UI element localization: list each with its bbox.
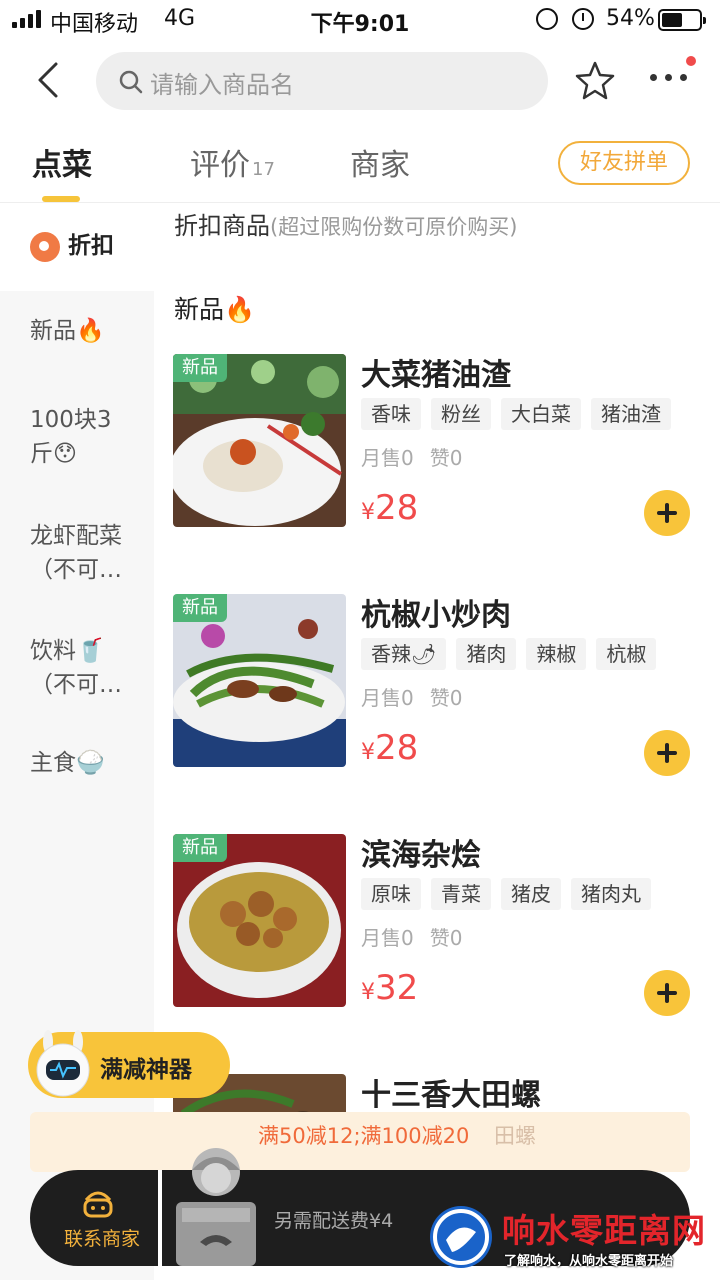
price-value: 32 [375,968,419,1008]
battery-icon [658,9,706,31]
product-tag: 香味 [361,398,421,430]
favorite-star-icon[interactable] [574,60,616,102]
promo-text: 满50减12;满100减20 [258,1124,470,1148]
discount-tag-icon [30,232,60,262]
product-price: ¥32 [361,968,418,1008]
product-stats: 月售0 赞0 [361,442,478,471]
reviews-count: 17 [252,159,275,180]
notice-title: 折扣商品 [174,212,270,240]
divider [158,1170,162,1266]
product-tag: 杭椒 [596,638,657,670]
robot-mascot-icon [36,1030,90,1097]
new-badge: 新品 [173,834,227,862]
tab-merchant[interactable]: 商家 [350,140,410,184]
product-tag: 香辣🌶 [361,638,447,670]
product-tag: 辣椒 [526,638,587,670]
delivery-fee: 另需配送费¥4 [274,1210,394,1232]
promo-faded-text: 田螺 [494,1124,536,1148]
likes: 赞0 [429,446,463,470]
monthly-sales: 月售0 [361,446,414,470]
product-stats: 月售0 赞0 [361,682,478,711]
monthly-sales: 月售0 [361,926,414,950]
section-title: 新品🔥 [174,295,256,324]
product-tag: 粉丝 [431,398,491,430]
battery-percent: 54% [606,6,655,31]
product-name[interactable]: 杭椒小炒肉 [361,590,511,634]
watermark-title: 响水零距离网 [502,1211,706,1250]
product-price: ¥28 [361,728,418,768]
currency-symbol: ¥ [361,980,375,1005]
sidebar-item-lobster-sides[interactable]: 龙虾配菜（不可… [30,519,130,587]
watermark-logo-icon [430,1206,492,1268]
product-tag: 猪肉 [456,638,517,670]
product-stats: 月售0 赞0 [361,922,478,951]
product-tags: 香味 粉丝 大白菜 猪油渣 [361,398,671,430]
product-price: ¥28 [361,488,418,528]
discount-helper-label: 满减神器 [100,1057,192,1083]
search-icon [119,70,143,94]
rotation-lock-icon [536,8,558,30]
sidebar-item-new[interactable]: 新品🔥 [30,314,140,348]
contact-merchant-icon[interactable] [80,1186,116,1222]
tab-reviews-label: 评价 [190,148,250,183]
likes: 赞0 [429,926,463,950]
notice-sub: (超过限购份数可原价购买) [270,215,518,239]
alarm-icon [572,8,594,30]
sidebar-item-drinks[interactable]: 饮料🥤（不可… [30,634,130,702]
product-tag: 原味 [361,878,421,910]
monthly-sales: 月售0 [361,686,414,710]
tab-reviews[interactable]: 评价 17 [190,140,275,184]
product-tag: 猪油渣 [591,398,671,430]
courier-cart-icon [176,1148,256,1266]
sidebar-item-100-3jin[interactable]: 100块3斤😯 [30,403,120,471]
product-tag: 猪肉丸 [571,878,651,910]
tab-order-label: 点菜 [32,148,92,183]
search-placeholder: 请输入商品名 [150,71,294,99]
status-bar: 中国移动 4G 下午9:01 54% [0,0,720,40]
tab-merchant-label: 商家 [350,148,410,183]
new-badge: 新品 [173,354,227,382]
watermark-subtitle: 了解响水，从响水零距离开始 [504,1254,674,1269]
contact-merchant-button[interactable]: 联系商家 [64,1224,140,1251]
price-value: 28 [375,728,419,768]
product-tags: 原味 青菜 猪皮 猪肉丸 [361,878,651,910]
product-tag: 大白菜 [501,398,581,430]
add-to-cart-button[interactable] [644,730,690,776]
likes: 赞0 [429,686,463,710]
currency-symbol: ¥ [361,740,375,765]
sidebar-item-discount[interactable]: 折扣 [68,229,178,263]
more-menu-icon[interactable] [650,74,687,81]
product-name[interactable]: 大菜猪油渣 [361,350,511,394]
product-name[interactable]: 十三香大田螺 [361,1070,541,1114]
sidebar-item-staple[interactable]: 主食🍚 [30,746,140,780]
tab-order[interactable]: 点菜 [32,140,92,184]
site-watermark: 响水零距离网 了解响水，从响水零距离开始 [430,1202,720,1280]
product-tag: 青菜 [431,878,491,910]
product-name[interactable]: 滨海杂烩 [361,830,481,874]
search-input[interactable]: 请输入商品名 [96,52,548,110]
discount-notice: 折扣商品(超过限购份数可原价购买) [174,206,517,241]
product-tag: 猪皮 [501,878,561,910]
product-tags: 香辣🌶 猪肉 辣椒 杭椒 [361,638,657,670]
currency-symbol: ¥ [361,500,375,525]
add-to-cart-button[interactable] [644,970,690,1016]
add-to-cart-button[interactable] [644,490,690,536]
price-value: 28 [375,488,419,528]
new-badge: 新品 [173,594,227,622]
back-arrow-icon[interactable] [30,60,70,100]
group-order-button[interactable]: 好友拼单 [558,141,690,185]
notification-dot [686,56,696,66]
